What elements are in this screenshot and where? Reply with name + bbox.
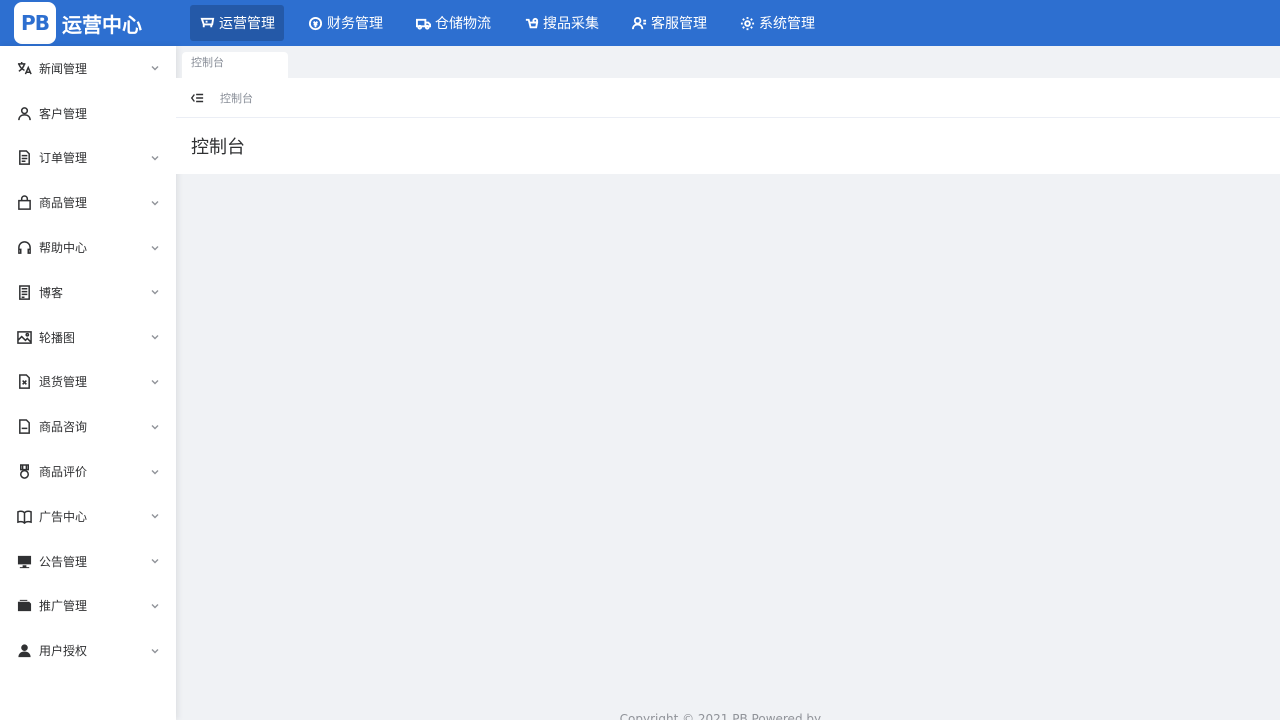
chevron-down-icon [150,332,160,342]
medal-icon [16,464,32,480]
sidebar-item-label: 退货管理 [39,375,88,390]
logo-badge: PB [14,2,56,44]
search-goods-icon [523,15,539,31]
footer-copyright: Copyright © 2021 PB Powered by ... [619,712,837,720]
sidebar-item-customers[interactable]: 客户管理 [0,91,176,136]
finance-icon [307,15,323,31]
topnav-item-system[interactable]: 系统管理 [730,5,824,41]
sidebar-item-label: 商品咨询 [39,420,88,435]
sidebar-item-authorization[interactable]: 用户授权 [0,628,176,673]
main-content: 控制台 控制台 控制台 Copyright © 2021 PB Powered … [176,46,1280,720]
user-service-icon [631,15,647,31]
monitor-icon [16,553,32,569]
sidebar-item-label: 用户授权 [39,644,88,659]
user-icon [16,105,32,121]
app-title: 运营中心 [62,12,142,37]
gear-icon [739,15,755,31]
chevron-down-icon [150,467,160,477]
top-header: PB 运营中心 运营管理 财务管理 仓储物流 搜品采集 客服管理 系统管理 [0,0,1280,46]
sidebar-item-label: 帮助中心 [39,241,88,256]
topnav-item-finance[interactable]: 财务管理 [298,5,392,41]
sidebar-item-label: 商品评价 [39,465,88,480]
breadcrumb-bar: 控制台 [176,78,1280,118]
book-icon [16,508,32,524]
sidebar-item-label: 客户管理 [39,106,88,121]
topnav-label: 系统管理 [759,16,815,32]
wallet-icon [16,598,32,614]
sidebar-item-label: 新闻管理 [39,61,88,76]
sidebar-item-products[interactable]: 商品管理 [0,180,176,225]
headset-icon [16,240,32,256]
page-header: 控制台 [176,118,1280,174]
content-area: Copyright © 2021 PB Powered by ... [176,174,1280,720]
topnav-item-customer-service[interactable]: 客服管理 [622,5,716,41]
chevron-down-icon [150,377,160,387]
sidebar-item-reviews[interactable]: 商品评价 [0,449,176,494]
topnav-label: 财务管理 [327,16,383,32]
translate-icon [16,60,32,76]
shopping-bag-icon [16,195,32,211]
topnav-label: 运营管理 [219,16,275,32]
file-icon [16,419,32,435]
image-icon [16,329,32,345]
topnav-item-collect[interactable]: 搜品采集 [514,5,608,41]
sidebar-item-label: 公告管理 [39,554,88,569]
sidebar-item-orders[interactable]: 订单管理 [0,136,176,181]
chevron-down-icon [150,153,160,163]
truck-icon [415,15,431,31]
sidebar-item-label: 订单管理 [39,151,88,166]
topnav-label: 搜品采集 [543,16,599,32]
document-icon [16,150,32,166]
file-x-icon [16,374,32,390]
sidebar-item-inquiries[interactable]: 商品咨询 [0,404,176,449]
article-icon [16,284,32,300]
sidebar: 新闻管理 客户管理 订单管理 商品管理 帮助中心 博客 轮播图 退货管理 商品咨… [0,46,176,720]
sidebar-item-label: 商品管理 [39,196,88,211]
collapse-menu-icon[interactable] [190,90,206,106]
sidebar-item-ads[interactable]: 广告中心 [0,494,176,539]
chevron-down-icon [150,556,160,566]
tab-dashboard[interactable]: 控制台 [182,52,288,78]
page-title: 控制台 [191,137,245,158]
top-nav: 运营管理 财务管理 仓储物流 搜品采集 客服管理 系统管理 [190,0,838,46]
sidebar-item-carousel[interactable]: 轮播图 [0,315,176,360]
sidebar-item-label: 推广管理 [39,599,88,614]
sidebar-item-promotion[interactable]: 推广管理 [0,584,176,629]
sidebar-item-blog[interactable]: 博客 [0,270,176,315]
chevron-down-icon [150,198,160,208]
sidebar-item-label: 博客 [39,285,64,300]
sidebar-item-help[interactable]: 帮助中心 [0,225,176,270]
topnav-label: 仓储物流 [435,16,491,32]
sidebar-item-label: 轮播图 [39,330,76,345]
sidebar-item-news[interactable]: 新闻管理 [0,46,176,91]
chevron-down-icon [150,601,160,611]
sidebar-item-announcements[interactable]: 公告管理 [0,539,176,584]
chevron-down-icon [150,287,160,297]
breadcrumb[interactable]: 控制台 [220,90,253,106]
chevron-down-icon [150,646,160,656]
chevron-down-icon [150,243,160,253]
topnav-label: 客服管理 [651,16,707,32]
topnav-item-logistics[interactable]: 仓储物流 [406,5,500,41]
sidebar-item-returns[interactable]: 退货管理 [0,360,176,405]
chevron-down-icon [150,422,160,432]
topnav-item-operations[interactable]: 运营管理 [190,5,284,41]
tabs-bar: 控制台 [176,46,1280,78]
sidebar-item-label: 广告中心 [39,509,88,524]
shop-icon [199,15,215,31]
user-filled-icon [16,643,32,659]
chevron-down-icon [150,511,160,521]
chevron-down-icon [150,63,160,73]
app-logo[interactable]: PB 运营中心 [0,0,176,46]
